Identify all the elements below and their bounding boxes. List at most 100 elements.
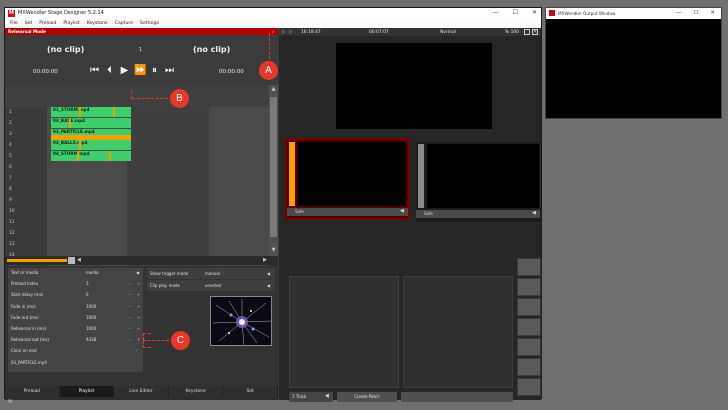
tab-preload[interactable]: Preload (5, 386, 60, 397)
layer-slot[interactable] (517, 338, 541, 356)
tab-playlist[interactable]: Playlist (59, 386, 115, 397)
pane-a-menu-icon[interactable]: ◀ (400, 208, 404, 214)
lane-cell[interactable] (127, 140, 209, 151)
decrement-button[interactable]: − (128, 313, 131, 324)
lane-cell[interactable] (127, 118, 209, 129)
layer-slot[interactable] (517, 358, 541, 376)
property-row[interactable]: Rehearsal out (ms) 4438 − + (8, 335, 143, 346)
preview-pane-a[interactable]: Safe ◀ (285, 138, 410, 220)
maximize-button[interactable]: ☐ (513, 9, 518, 16)
rehearsal-check-icon[interactable]: ✓ (271, 28, 275, 35)
decrement-button[interactable]: − (128, 290, 131, 301)
lane-cell[interactable] (209, 173, 269, 184)
decrement-button[interactable]: − (128, 324, 131, 335)
lane-cell[interactable] (127, 129, 209, 140)
lane-cell[interactable] (209, 118, 269, 129)
skip-start-icon[interactable]: ⏮ (89, 65, 100, 76)
clip-play-mode-dropdown-icon[interactable]: ◀ (267, 280, 270, 291)
lane-cell[interactable] (127, 206, 209, 217)
patch-name-field[interactable] (401, 392, 513, 402)
property-value[interactable]: media (86, 268, 98, 279)
trigger-mode-dropdown-icon[interactable]: ◀ (267, 268, 270, 279)
increment-button[interactable]: + (137, 302, 140, 313)
increment-button[interactable]: + (137, 290, 140, 301)
grid-row[interactable]: 9 (5, 195, 269, 206)
cue-marker[interactable] (77, 151, 79, 161)
step-back-icon[interactable]: ⏴ (104, 65, 115, 76)
lane-cell[interactable] (47, 217, 127, 228)
grid-row[interactable]: 13 (5, 239, 269, 250)
decrement-button[interactable]: − (128, 302, 131, 313)
decrement-button[interactable]: − (128, 279, 131, 290)
lane-cell[interactable] (47, 162, 127, 173)
lane-cell[interactable] (209, 228, 269, 239)
rehearsal-mode-bar[interactable]: Rehearsal Mode ✓ (5, 28, 278, 35)
menu-preload[interactable]: Preload (39, 21, 56, 26)
property-row[interactable]: Start delay (ms) 0 − + (8, 290, 143, 301)
lane-cell[interactable] (47, 228, 127, 239)
increment-button[interactable]: + (137, 279, 140, 290)
grid-row[interactable]: 6 (5, 162, 269, 173)
lane-cell[interactable] (127, 217, 209, 228)
patch-area-left[interactable] (289, 276, 399, 388)
pane-b-menu-icon[interactable]: ◀ (532, 210, 536, 216)
grid-row[interactable]: 12 (5, 228, 269, 239)
lane-cell[interactable] (209, 239, 269, 250)
lane-cell[interactable] (127, 184, 209, 195)
patch-area-right[interactable] (403, 276, 513, 388)
trigger-mode-row[interactable]: Show trigger mode manual ◀ (147, 268, 275, 279)
grid-row[interactable]: 2 (5, 118, 269, 129)
layer-slot[interactable] (517, 278, 541, 296)
fast-forward-icon[interactable]: ⏩ (134, 65, 146, 76)
track-selector[interactable]: 1 Track ◀ (289, 392, 333, 402)
grid-row[interactable]: 10 (5, 206, 269, 217)
property-row[interactable]: Preload Index 3 − + (8, 279, 143, 290)
layer-slot[interactable] (517, 378, 541, 396)
create-patch-button[interactable]: Create Patch (337, 392, 397, 402)
increment-button[interactable]: + (137, 324, 140, 335)
menu-playlist[interactable]: Playlist (63, 21, 79, 26)
property-value[interactable]: 1000 (86, 313, 96, 324)
property-row[interactable]: Fade in (ms) 1000 − + (8, 302, 143, 313)
clip-block[interactable]: 04_STORM.mp4 (51, 151, 131, 161)
menu-keystone[interactable]: Keystone (87, 21, 108, 26)
lane-cell[interactable] (127, 173, 209, 184)
lane-cell[interactable] (47, 206, 127, 217)
track-dropdown-icon[interactable]: ◀ (325, 393, 329, 399)
property-value[interactable]: 3 (86, 279, 89, 290)
type-dropdown-icon[interactable]: ◀ (136, 268, 139, 279)
tab-set[interactable]: Set (223, 386, 278, 397)
cue-marker[interactable] (69, 118, 71, 128)
tab-live-editor[interactable]: Live Editor (114, 386, 169, 397)
layer-slot[interactable] (517, 298, 541, 316)
tab-keystone[interactable]: Keystone (169, 386, 224, 397)
property-row[interactable]: Fade out (ms) 1000 − + (8, 313, 143, 324)
lane-cell[interactable] (209, 195, 269, 206)
property-row[interactable]: Rehearsal in (ms) 1000 − + (8, 324, 143, 335)
grid-row[interactable]: 7 (5, 173, 269, 184)
output-maximize-button[interactable]: ☐ (693, 8, 698, 19)
lane-cell[interactable] (47, 239, 127, 250)
increment-button[interactable]: + (137, 335, 140, 346)
lane-cell[interactable] (209, 151, 269, 162)
close-button[interactable]: ✕ (532, 9, 537, 16)
menu-set[interactable]: Set (25, 21, 33, 26)
cue-marker[interactable] (79, 140, 81, 150)
property-row[interactable]: Text or media media ◀ (8, 268, 143, 279)
property-value[interactable]: 4438 (86, 335, 96, 346)
layer-slot[interactable] (517, 258, 541, 276)
lane-cell[interactable] (209, 206, 269, 217)
lane-cell[interactable] (47, 184, 127, 195)
lane-cell[interactable] (127, 151, 209, 162)
clip-play-mode-row[interactable]: Clip play mode oneshot ◀ (147, 280, 275, 291)
minimize-button[interactable]: — (493, 9, 499, 16)
output-minimize-button[interactable]: — (676, 8, 682, 19)
menu-capture[interactable]: Capture (115, 21, 133, 26)
scroll-up-icon[interactable]: ▲ (270, 86, 277, 93)
menu-file[interactable]: File (10, 21, 18, 26)
lane-cell[interactable] (127, 107, 209, 118)
menu-settings[interactable]: Settings (140, 21, 159, 26)
grid-row[interactable]: 4 (5, 140, 269, 151)
pause-icon[interactable]: ⏸ (149, 65, 160, 76)
increment-button[interactable]: + (137, 313, 140, 324)
